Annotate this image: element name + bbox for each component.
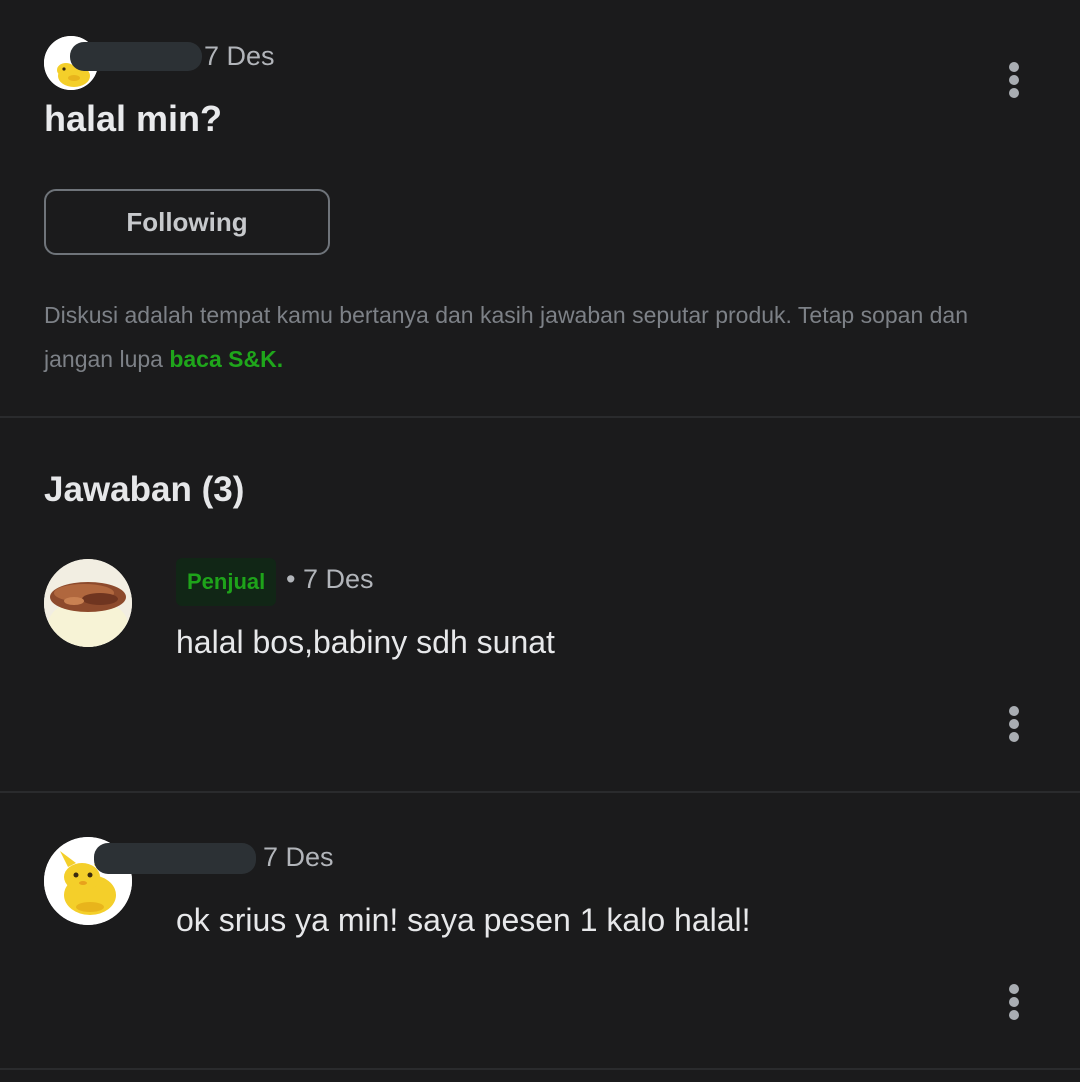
discussion-disclaimer: Diskusi adalah tempat kamu bertanya dan … xyxy=(44,293,1034,381)
answer-more-icon[interactable] xyxy=(1007,984,1021,1020)
question-section: 7 Des halal min? Following Diskusi adala… xyxy=(0,0,1080,416)
answer-text: halal bos,babiny sdh sunat xyxy=(176,624,555,660)
following-button[interactable]: Following xyxy=(44,189,330,255)
seller-badge: Penjual xyxy=(176,558,277,606)
answers-header: Jawaban (3) xyxy=(44,470,245,509)
redacted-username xyxy=(94,843,256,874)
answer-divider xyxy=(0,791,1080,793)
seller-avatar[interactable] xyxy=(44,559,132,647)
answer-date: • 7 Des xyxy=(286,564,374,594)
answer-text: ok srius ya min! saya pesen 1 kalo halal… xyxy=(176,902,751,938)
section-divider xyxy=(0,416,1080,418)
food-avatar-image xyxy=(44,559,132,647)
terms-link[interactable]: baca S&K. xyxy=(169,346,283,372)
question-more-icon[interactable] xyxy=(1007,62,1021,98)
redacted-username xyxy=(70,42,202,71)
question-title: halal min? xyxy=(44,98,223,139)
discussion-page: 7 Des halal min? Following Diskusi adala… xyxy=(0,0,1080,1082)
question-date: 7 Des xyxy=(204,41,275,71)
answer-more-icon[interactable] xyxy=(1007,706,1021,742)
answer-date: 7 Des xyxy=(263,842,334,872)
answer-divider xyxy=(0,1068,1080,1070)
